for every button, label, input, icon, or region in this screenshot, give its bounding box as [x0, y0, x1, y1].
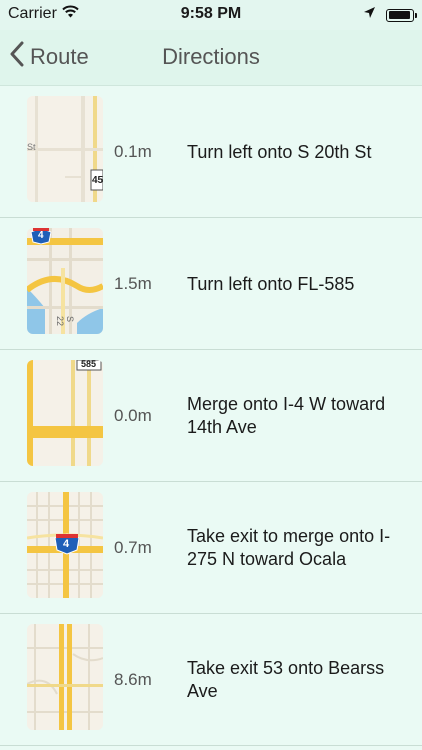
- step-instruction: Turn left onto S 20th St: [187, 141, 372, 162]
- status-time: 9:58 PM: [180, 5, 242, 22]
- direction-step[interactable]: 8.6m Take exit 53 onto Bearss Ave: [0, 614, 422, 746]
- direction-step[interactable]: St 45 0.1m Turn left onto S 20th St: [0, 86, 422, 218]
- page-title: Directions: [0, 44, 422, 70]
- interstate-shield-label: 4: [38, 230, 44, 241]
- location-arrow-icon: [363, 6, 376, 24]
- direction-step[interactable]: 4 0.7m Take exit to merge onto I-275 N t…: [0, 482, 422, 614]
- map-shield-label: 45: [92, 175, 103, 186]
- step-instruction: Take exit to merge onto I-275 N toward O…: [187, 526, 391, 569]
- step-map-thumbnail: St 45: [27, 96, 103, 202]
- direction-step[interactable]: 4 S 22 1.5m Turn left onto FL-585: [0, 218, 422, 350]
- direction-step[interactable]: 585 0.0m Merge onto I-4 W toward 14th Av…: [0, 350, 422, 482]
- step-instruction: Turn left onto FL-585: [187, 273, 355, 294]
- step-distance: 1.5m: [114, 274, 152, 293]
- step-instruction: Merge onto I-4 W toward 14th Ave: [187, 394, 386, 437]
- directions-list: St 45 0.1m Turn left onto S 20th St 4 S …: [0, 86, 422, 746]
- status-right: [363, 6, 417, 24]
- navigation-bar: Route Directions: [0, 30, 422, 86]
- map-street-label: St: [27, 142, 36, 152]
- step-distance: 0.7m: [114, 538, 152, 557]
- step-distance: 8.6m: [114, 670, 152, 689]
- step-distance: 0.0m: [114, 406, 152, 425]
- step-instruction: Take exit 53 onto Bearss Ave: [187, 658, 385, 701]
- map-street-label: S 22: [55, 316, 75, 327]
- status-bar: Carrier 9:58 PM: [0, 0, 422, 30]
- step-map-thumbnail: 4 S 22: [27, 228, 103, 334]
- step-distance: 0.1m: [114, 142, 152, 161]
- step-map-thumbnail: 4: [27, 492, 103, 598]
- step-map-thumbnail: [27, 624, 103, 730]
- interstate-shield-label: 4: [63, 538, 70, 550]
- page-title-text: Directions: [162, 44, 260, 69]
- battery-icon: [386, 8, 417, 22]
- step-map-thumbnail: 585: [27, 360, 103, 466]
- map-shield-label: 585: [81, 360, 97, 369]
